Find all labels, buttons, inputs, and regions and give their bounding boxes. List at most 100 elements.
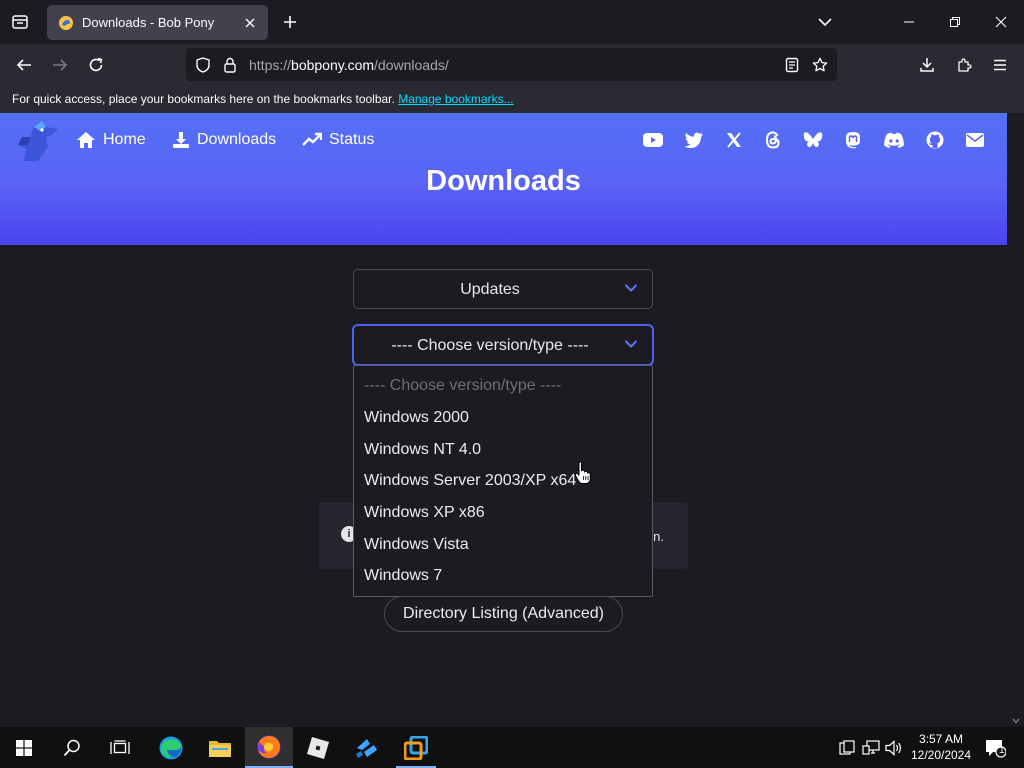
plus-icon (284, 16, 296, 28)
web-page: Home Downloads Status Downloads Updates … (0, 113, 1024, 727)
bookmark-star-icon[interactable] (811, 56, 829, 74)
version-select[interactable]: ---- Choose version/type ---- (353, 325, 653, 365)
dropdown-option[interactable]: Windows Server 2003/XP x64 (364, 472, 576, 490)
category-select-value: Updates (460, 281, 520, 298)
start-button[interactable] (0, 727, 48, 768)
twitter-icon[interactable] (683, 129, 705, 151)
chevron-down-icon (1012, 718, 1020, 724)
close-window-button[interactable] (978, 0, 1024, 44)
network-icon[interactable] (862, 739, 880, 757)
volume-icon[interactable] (885, 739, 903, 757)
url-host: bobpony.com (291, 57, 375, 73)
roblox-studio-taskbar-icon[interactable] (343, 727, 391, 768)
chevron-down-icon (624, 284, 638, 292)
search-icon (63, 739, 80, 756)
category-select[interactable]: Updates (353, 269, 653, 309)
trending-up-icon (302, 132, 322, 146)
dropdown-option[interactable]: Windows 2000 (364, 409, 469, 427)
url-path: /downloads/ (374, 57, 449, 73)
discord-icon[interactable] (883, 129, 905, 151)
dropdown-option[interactable]: Windows 7 (364, 567, 442, 585)
minimize-icon (904, 21, 914, 23)
lock-icon[interactable] (221, 56, 239, 74)
download-icon (173, 132, 189, 148)
windows-taskbar: 3:57 AM 12/20/2024 1 (0, 727, 1024, 768)
forward-button[interactable] (45, 50, 75, 80)
version-select-value: ---- Choose version/type ---- (391, 337, 589, 354)
task-view-icon (110, 739, 130, 754)
mastodon-icon[interactable] (842, 129, 864, 151)
reload-button[interactable] (81, 50, 111, 80)
dropdown-option[interactable]: Windows Vista (364, 536, 469, 554)
address-bar[interactable]: https://bobpony.com/downloads/ (186, 48, 837, 81)
restore-button[interactable] (932, 0, 978, 44)
bluesky-icon[interactable] (802, 129, 824, 151)
new-tab-button[interactable] (278, 10, 302, 34)
download-icon (920, 58, 934, 72)
reload-icon (89, 57, 103, 72)
manage-bookmarks-link[interactable]: Manage bookmarks... (398, 92, 513, 106)
nav-downloads-link[interactable]: Downloads (172, 128, 276, 152)
restore-icon (950, 17, 960, 27)
nav-home-link[interactable]: Home (76, 128, 146, 152)
version-dropdown-list: ---- Choose version/type ---- Windows 20… (353, 365, 653, 597)
bob-pony-favicon-icon (59, 15, 73, 30)
nav-downloads-label: Downloads (197, 131, 277, 148)
bookmarks-toolbar: For quick access, place your bookmarks h… (0, 86, 1024, 113)
puzzle-piece-icon (958, 58, 972, 72)
tab-title: Downloads - Bob Pony (82, 15, 215, 30)
hand-pointer-cursor-icon (574, 461, 591, 484)
email-icon[interactable] (964, 129, 986, 151)
roblox-taskbar-icon[interactable] (294, 727, 342, 768)
url-scheme: https:// (249, 57, 292, 73)
task-view-button[interactable] (96, 727, 144, 768)
hero-banner: Home Downloads Status Downloads (0, 113, 1007, 245)
dropdown-option[interactable]: Windows XP x86 (364, 504, 485, 522)
system-clock[interactable]: 3:57 AM 12/20/2024 (908, 731, 974, 763)
extensions-button[interactable] (949, 50, 979, 80)
downloads-button[interactable] (912, 50, 942, 80)
close-icon (995, 16, 1007, 28)
edge-taskbar-icon[interactable] (147, 727, 195, 768)
minimize-button[interactable] (886, 0, 932, 44)
dropdown-option[interactable]: Windows NT 4.0 (364, 441, 481, 459)
list-all-tabs-button[interactable] (813, 10, 837, 34)
url-text[interactable]: https://bobpony.com/downloads/ (249, 57, 449, 73)
firefox-view-button[interactable] (6, 8, 34, 36)
bob-pony-logo-icon[interactable] (12, 115, 64, 167)
search-button[interactable] (48, 727, 96, 768)
reader-view-icon[interactable] (783, 56, 801, 74)
app-taskbar-icon[interactable] (392, 727, 440, 768)
scrollbar-down-arrow[interactable] (1010, 715, 1022, 727)
x-icon[interactable] (723, 129, 745, 151)
firefox-taskbar-icon[interactable] (245, 727, 293, 768)
chevron-down-icon (818, 18, 832, 27)
page-title: Downloads (426, 165, 581, 197)
github-icon[interactable] (924, 129, 946, 151)
action-center-button[interactable]: 1 (980, 733, 1010, 763)
back-button[interactable] (9, 50, 39, 80)
site-navbar: Home Downloads Status (0, 113, 1007, 167)
directory-listing-button[interactable]: Directory Listing (Advanced) (384, 596, 623, 632)
home-icon (77, 132, 95, 148)
chevron-down-icon (624, 340, 638, 348)
firefox-view-icon (12, 15, 28, 29)
bookmarks-toolbar-message: For quick access, place your bookmarks h… (12, 92, 395, 106)
clock-date: 12/20/2024 (910, 748, 972, 762)
clock-time: 3:57 AM (918, 732, 964, 746)
tab-strip: Downloads - Bob Pony (0, 0, 1024, 44)
windows-logo-icon (16, 739, 32, 756)
dropdown-option[interactable]: ---- Choose version/type ---- (364, 377, 561, 395)
app-menu-button[interactable] (985, 50, 1015, 80)
notification-count: 1 (999, 745, 1005, 756)
browser-tab[interactable]: Downloads - Bob Pony (47, 5, 268, 40)
close-icon (245, 18, 255, 28)
tab-close-button[interactable] (240, 13, 260, 33)
nav-home-label: Home (103, 131, 146, 148)
tray-app-icon[interactable] (838, 739, 856, 757)
youtube-icon[interactable] (642, 129, 664, 151)
threads-icon[interactable] (762, 129, 784, 151)
file-explorer-taskbar-icon[interactable] (196, 727, 244, 768)
tracking-protection-shield-icon[interactable] (194, 56, 212, 74)
nav-status-link[interactable]: Status (302, 128, 374, 152)
